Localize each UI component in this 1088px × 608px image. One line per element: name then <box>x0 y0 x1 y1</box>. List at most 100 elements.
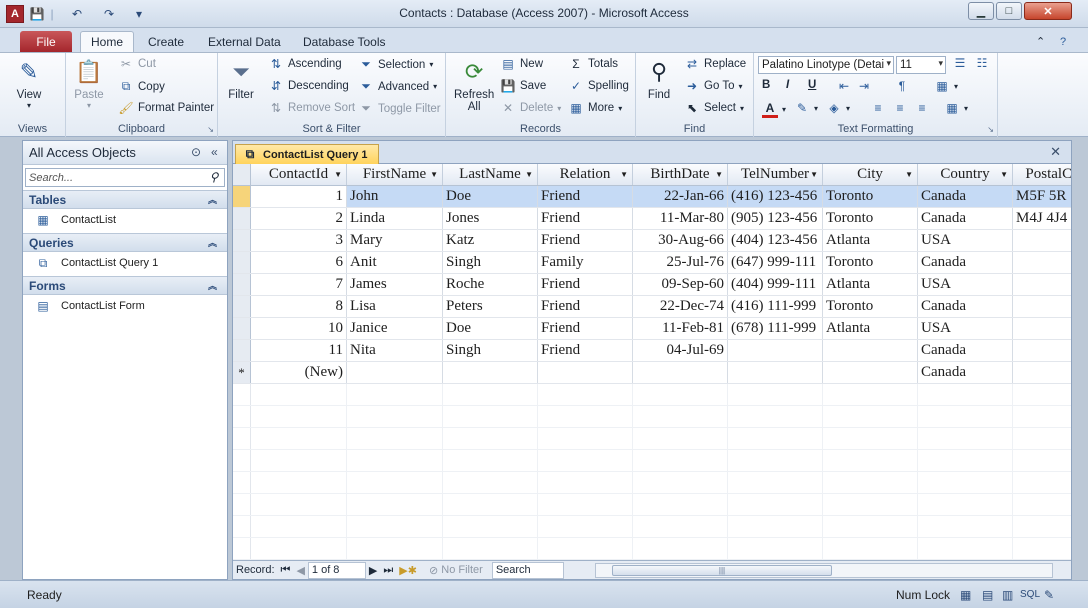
last-record-icon[interactable]: ⏭ <box>380 562 396 579</box>
bullets-button[interactable]: ☰ <box>952 56 968 70</box>
table-cell[interactable]: Toronto <box>823 186 918 207</box>
table-row[interactable]: 3 Mary Katz Friend 30-Aug-66 (404) 123-456 Atl… <box>233 230 1071 252</box>
view-button[interactable]: ✎ View ▾ <box>14 57 44 110</box>
paste-button[interactable]: 📋 Paste ▾ <box>74 57 104 110</box>
table-cell[interactable]: 1 <box>251 186 347 207</box>
table-cell[interactable]: Doe <box>443 186 538 207</box>
toggle-filter-button[interactable]: ⏷ Toggle Filter <box>358 101 440 116</box>
nav-group-queries[interactable]: Queries ︽ <box>23 233 227 252</box>
new-record-row[interactable]: * (New) Canada <box>233 362 1071 384</box>
table-cell[interactable]: 25-Jul-76 <box>633 252 728 273</box>
paragraph-direction-button[interactable]: ¶ <box>894 79 910 93</box>
table-cell[interactable]: 09-Sep-60 <box>633 274 728 295</box>
close-window-button[interactable]: ✕ <box>1024 2 1072 20</box>
nav-menu-chevron-icon[interactable]: ⊙ <box>191 145 201 159</box>
table-cell[interactable] <box>1013 252 1071 273</box>
save-record-button[interactable]: 💾 Save <box>500 79 547 93</box>
align-right-button[interactable]: ≡ <box>914 101 930 115</box>
column-dropdown-icon[interactable]: ▼ <box>620 170 628 179</box>
close-document-icon[interactable]: ✕ <box>1050 144 1061 160</box>
column-header[interactable]: PostalCo <box>1013 164 1071 185</box>
table-cell[interactable]: (404) 123-456 <box>728 230 823 251</box>
spelling-button[interactable]: ✓ Spelling <box>568 79 629 93</box>
sort-ascending-button[interactable]: ⇅ Ascending <box>268 57 342 71</box>
increase-indent-button[interactable]: ⇥ <box>856 79 872 93</box>
table-cell[interactable]: 30-Aug-66 <box>633 230 728 251</box>
table-cell[interactable]: Roche <box>443 274 538 295</box>
table-cell[interactable]: Canada <box>918 186 1013 207</box>
table-cell[interactable]: 7 <box>251 274 347 295</box>
underline-button[interactable]: U <box>808 79 816 91</box>
table-cell[interactable] <box>1013 362 1071 383</box>
datasheet-view-icon[interactable]: ▦ <box>960 588 971 602</box>
remove-sort-button[interactable]: ⇅ Remove Sort <box>268 101 355 115</box>
table-cell[interactable]: Janice <box>347 318 443 339</box>
table-cell[interactable] <box>538 362 633 383</box>
nav-item-contactlist-query[interactable]: ⧉ ContactList Query 1 <box>23 252 227 274</box>
table-cell[interactable]: Singh <box>443 340 538 361</box>
table-cell[interactable]: Friend <box>538 186 633 207</box>
current-record-field[interactable]: 1 of 8 <box>307 561 366 579</box>
clipboard-launcher-icon[interactable]: ↘ <box>207 125 214 134</box>
table-cell[interactable] <box>823 362 918 383</box>
table-cell[interactable]: Canada <box>918 208 1013 229</box>
previous-record-icon[interactable]: ◀ <box>293 562 307 579</box>
table-row[interactable]: 6 Anit Singh Family 25-Jul-76 (647) 999-111 To… <box>233 252 1071 274</box>
column-header[interactable]: ContactId ▼ <box>251 164 347 185</box>
tab-database-tools[interactable]: Database Tools <box>293 31 396 52</box>
table-cell[interactable]: Friend <box>538 296 633 317</box>
horizontal-scrollbar[interactable]: ||| <box>595 563 1053 578</box>
align-left-button[interactable]: ≡ <box>870 101 886 115</box>
tab-create[interactable]: Create <box>138 31 194 52</box>
table-cell[interactable]: (647) 999-111 <box>728 252 823 273</box>
record-selector[interactable] <box>233 274 251 295</box>
design-view-icon[interactable]: ✎ <box>1044 588 1054 602</box>
nav-pane-header[interactable]: All Access Objects ⊙ « <box>23 141 227 165</box>
italic-button[interactable]: I <box>786 79 789 91</box>
table-cell[interactable]: Canada <box>918 362 1013 383</box>
column-header[interactable]: Relation ▼ <box>538 164 633 185</box>
tab-home[interactable]: Home <box>80 31 135 52</box>
sql-view-icon[interactable]: SQL <box>1020 589 1040 600</box>
column-dropdown-icon[interactable]: ▼ <box>334 170 342 179</box>
record-selector[interactable] <box>233 340 251 361</box>
table-cell[interactable]: 3 <box>251 230 347 251</box>
table-cell[interactable]: Toronto <box>823 208 918 229</box>
table-row[interactable]: 11 Nita Singh Friend 04-Jul-69 Canada <box>233 340 1071 362</box>
table-cell[interactable]: Canada <box>918 296 1013 317</box>
table-cell[interactable]: USA <box>918 274 1013 295</box>
table-cell[interactable]: Friend <box>538 230 633 251</box>
numbering-button[interactable]: ☷ <box>974 56 990 70</box>
table-cell[interactable]: Singh <box>443 252 538 273</box>
table-cell[interactable]: Canada <box>918 340 1013 361</box>
table-cell[interactable] <box>347 362 443 383</box>
bold-button[interactable]: B <box>762 79 770 91</box>
advanced-filter-button[interactable]: ⏷ Advanced ▾ <box>358 79 437 94</box>
table-cell[interactable]: Nita <box>347 340 443 361</box>
record-selector[interactable] <box>233 208 251 229</box>
column-header[interactable]: Country ▼ <box>918 164 1013 185</box>
tab-external-data[interactable]: External Data <box>198 31 291 52</box>
new-record-button[interactable]: ▤ New <box>500 57 543 71</box>
table-cell[interactable]: Friend <box>538 340 633 361</box>
table-cell[interactable] <box>1013 318 1071 339</box>
table-cell[interactable]: Doe <box>443 318 538 339</box>
table-cell[interactable]: Atlanta <box>823 274 918 295</box>
table-cell[interactable] <box>728 362 823 383</box>
font-name-combo[interactable]: Palatino Linotype (Detai ▾ <box>758 56 894 74</box>
nav-search-box[interactable]: Search... ⚲ <box>25 168 225 187</box>
nav-search-input[interactable]: Search... <box>29 172 73 184</box>
table-row[interactable]: 10 Janice Doe Friend 11-Feb-81 (678) 111-999 A… <box>233 318 1071 340</box>
table-cell[interactable]: Anit <box>347 252 443 273</box>
table-cell[interactable] <box>728 340 823 361</box>
column-dropdown-icon[interactable]: ▼ <box>810 170 818 179</box>
table-cell[interactable]: USA <box>918 318 1013 339</box>
alternate-row-color-button[interactable]: ▦ ▾ <box>944 101 968 115</box>
column-dropdown-icon[interactable]: ▼ <box>715 170 723 179</box>
goto-button[interactable]: ➜ Go To ▾ <box>684 79 743 93</box>
column-header[interactable]: LastName ▼ <box>443 164 538 185</box>
table-cell[interactable]: Atlanta <box>823 318 918 339</box>
select-button[interactable]: ⬉ Select ▾ <box>684 101 744 115</box>
nav-item-contactlist-table[interactable]: ▦ ContactList <box>23 209 227 231</box>
table-cell[interactable]: (New) <box>251 362 347 383</box>
